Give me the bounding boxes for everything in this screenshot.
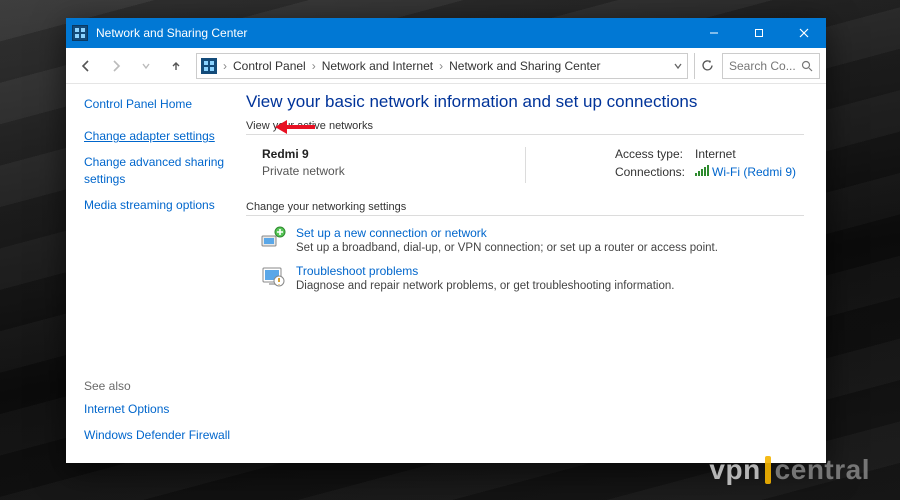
network-type: Private network: [262, 164, 345, 178]
task-desc-troubleshoot: Diagnose and repair network problems, or…: [296, 280, 674, 292]
troubleshoot-icon: [260, 264, 286, 290]
breadcrumb-item[interactable]: Network and Internet: [322, 59, 433, 73]
see-also-label: See also: [84, 379, 232, 393]
refresh-button[interactable]: [694, 53, 720, 79]
page-heading: View your basic network information and …: [246, 92, 804, 112]
titlebar[interactable]: Network and Sharing Center: [66, 18, 826, 48]
change-settings-label: Change your networking settings: [246, 201, 804, 216]
close-button[interactable]: [781, 18, 826, 48]
chevron-icon[interactable]: ›: [310, 59, 318, 73]
watermark-bar-icon: [765, 456, 771, 484]
window-controls: [691, 18, 826, 48]
seealso-link-internet-options[interactable]: Internet Options: [84, 401, 232, 417]
maximize-button[interactable]: [736, 18, 781, 48]
task-desc-setup: Set up a broadband, dial-up, or VPN conn…: [296, 242, 718, 254]
network-block: Redmi 9 Private network Access type: Int…: [246, 145, 804, 191]
search-input[interactable]: Search Co...: [722, 53, 820, 79]
up-button[interactable]: [162, 52, 190, 80]
sidebar-link-media[interactable]: Media streaming options: [84, 197, 232, 213]
task-link-setup[interactable]: Set up a new connection or network: [296, 226, 487, 240]
forward-button[interactable]: [102, 52, 130, 80]
access-type-value: Internet: [695, 147, 796, 161]
divider: [525, 147, 526, 183]
address-bar[interactable]: › Control Panel › Network and Internet ›…: [196, 53, 688, 79]
chevron-icon[interactable]: ›: [221, 59, 229, 73]
network-name: Redmi 9: [262, 147, 345, 161]
search-placeholder: Search Co...: [729, 59, 797, 73]
task-troubleshoot: Troubleshoot problems Diagnose and repai…: [260, 264, 804, 292]
sidebar-link-sharing[interactable]: Change advanced sharing settings: [84, 154, 232, 186]
address-icon: [201, 58, 217, 74]
window: Network and Sharing Center › Control Pan…: [66, 18, 826, 463]
task-link-troubleshoot[interactable]: Troubleshoot problems: [296, 264, 418, 278]
connection-link[interactable]: Wi-Fi (Redmi 9): [712, 165, 796, 179]
watermark-right: central: [775, 454, 870, 486]
sidebar: Control Panel Home Change adapter settin…: [66, 84, 242, 463]
back-button[interactable]: [72, 52, 100, 80]
connections-label: Connections:: [615, 165, 685, 179]
task-setup-connection: Set up a new connection or network Set u…: [260, 226, 804, 254]
watermark: vpn central: [709, 454, 870, 486]
watermark-left: vpn: [709, 454, 760, 486]
window-title: Network and Sharing Center: [96, 26, 247, 40]
breadcrumb-item[interactable]: Control Panel: [233, 59, 306, 73]
minimize-button[interactable]: [691, 18, 736, 48]
sidebar-home-link[interactable]: Control Panel Home: [84, 96, 232, 112]
chevron-icon[interactable]: ›: [437, 59, 445, 73]
content-pane: View your basic network information and …: [242, 84, 826, 463]
breadcrumb-item[interactable]: Network and Sharing Center: [449, 59, 600, 73]
active-networks-label: View your active networks: [246, 120, 804, 135]
seealso-link-firewall[interactable]: Windows Defender Firewall: [84, 427, 232, 443]
sidebar-link-adapter[interactable]: Change adapter settings: [84, 128, 232, 144]
recent-dropdown[interactable]: [132, 52, 160, 80]
search-icon: [801, 60, 813, 72]
chevron-down-icon[interactable]: [673, 61, 683, 71]
app-icon: [72, 25, 88, 41]
wifi-signal-icon: [695, 166, 709, 176]
setup-connection-icon: [260, 226, 286, 252]
access-type-label: Access type:: [615, 147, 685, 161]
body: Control Panel Home Change adapter settin…: [66, 84, 826, 463]
nav-row: › Control Panel › Network and Internet ›…: [66, 48, 826, 84]
